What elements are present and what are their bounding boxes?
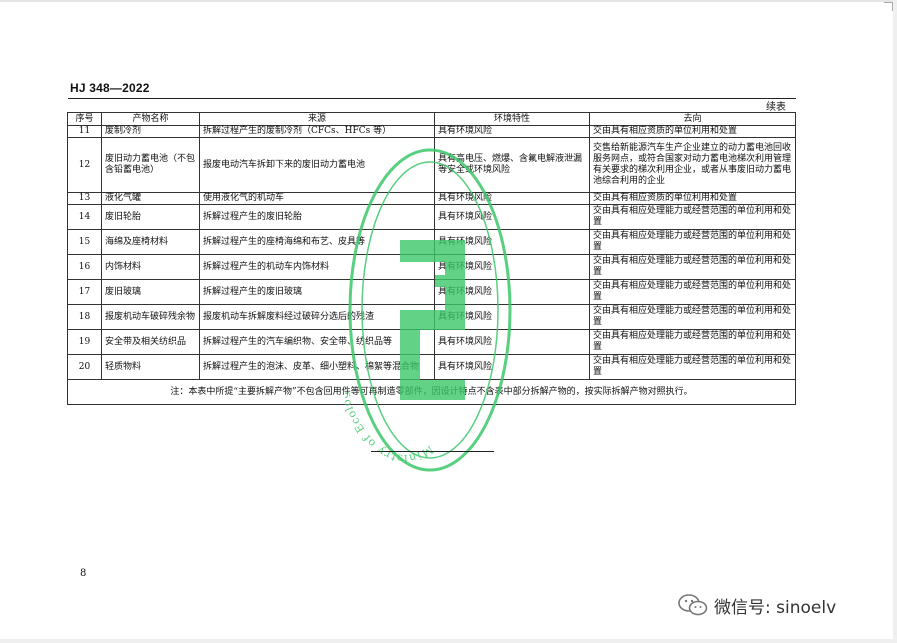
col-header-source: 来源: [199, 112, 435, 126]
table-note-row: 注：本表中所提“主要拆解产物”不包含回用件等可再制造零部件，因设计特点不含表中部…: [67, 379, 796, 405]
table-row: 14 废旧轮胎 拆解过程产生的废旧轮胎 具有环境风险 交由具有相应处理能力或经营…: [67, 204, 796, 230]
row-dest: 交售给新能源汽车生产企业建立的动力蓄电池回收服务网点，或符合国家对动力蓄电池梯次…: [589, 137, 796, 193]
row-dest: 交由具有相应处理能力或经营范围的单位利用和处置: [589, 304, 796, 330]
row-name: 报废机动车破碎残余物: [101, 304, 200, 330]
page-edge-bottom: [0, 639, 897, 643]
table-row: 15 海绵及座椅材料 拆解过程产生的座椅海绵和布艺、皮具等 具有环境风险 交由具…: [67, 229, 796, 255]
row-name: 液化气罐: [101, 192, 200, 205]
table-row: 12 废旧动力蓄电池（不包含铅蓄电池） 报废电动汽车拆卸下来的废旧动力蓄电池 具…: [67, 137, 796, 193]
row-source: 拆解过程产生的废旧轮胎: [199, 204, 435, 230]
row-source: 报废电动汽车拆卸下来的废旧动力蓄电池: [199, 137, 435, 193]
table-row: 17 废旧玻璃 拆解过程产生的废旧玻璃 具有环境风险 交由具有相应处理能力或经营…: [67, 279, 796, 305]
row-no: 12: [67, 137, 102, 193]
end-rule: [371, 451, 494, 452]
row-dest: 交由具有相应处理能力或经营范围的单位利用和处置: [589, 354, 796, 380]
col-header-no: 序号: [67, 112, 102, 126]
row-env: 具有环境风险: [434, 125, 590, 138]
table-row: 11 废制冷剂 拆解过程产生的废制冷剂（CFCs、HFCs 等） 具有环境风险 …: [67, 125, 796, 138]
row-env: 具有环境风险: [434, 192, 590, 205]
continued-label: 续表: [766, 102, 786, 113]
row-source: 使用液化气的机动车: [199, 192, 435, 205]
row-env: 具有环境风险: [434, 329, 590, 355]
row-dest: 交由具有相应处理能力或经营范围的单位利用和处置: [589, 279, 796, 305]
col-header-dest: 去向: [589, 112, 796, 126]
row-env: 具有环境风险: [434, 279, 590, 305]
table-row: 20 轻质物料 拆解过程产生的泡沫、皮革、细小塑料、棉絮等混合物 具有环境风险 …: [67, 354, 796, 380]
top-edge: [0, 0, 897, 2]
row-no: 11: [67, 125, 102, 138]
disassembly-products-table: 序号 产物名称 来源 环境特性 去向 11 废制冷剂 拆解过程产生的废制冷剂（C…: [67, 112, 796, 405]
crop-mark: [884, 2, 893, 11]
row-dest: 交由具有相应资质的单位利用和处置: [589, 192, 796, 205]
row-name: 废旧动力蓄电池（不包含铅蓄电池）: [101, 137, 200, 193]
page-number: 8: [80, 568, 87, 579]
table-header-row: 序号 产物名称 来源 环境特性 去向: [67, 112, 796, 126]
row-no: 16: [67, 254, 102, 280]
row-name: 废制冷剂: [101, 125, 200, 138]
row-name: 内饰材料: [101, 254, 200, 280]
row-dest: 交由具有相应资质的单位利用和处置: [589, 125, 796, 138]
table-row: 19 安全带及相关纺织品 拆解过程产生的汽车编织物、安全带、纺织品等 具有环境风…: [67, 329, 796, 355]
header-rule: [68, 98, 796, 99]
row-dest: 交由具有相应处理能力或经营范围的单位利用和处置: [589, 254, 796, 280]
row-env: 具有环境风险: [434, 304, 590, 330]
row-name: 海绵及座椅材料: [101, 229, 200, 255]
wechat-id-text: 微信号: sinoelv: [714, 597, 837, 618]
row-no: 19: [67, 329, 102, 355]
row-no: 13: [67, 192, 102, 205]
row-source: 拆解过程产生的汽车编织物、安全带、纺织品等: [199, 329, 435, 355]
standard-code: HJ 348—2022: [70, 81, 150, 95]
row-name: 废旧轮胎: [101, 204, 200, 230]
row-dest: 交由具有相应处理能力或经营范围的单位利用和处置: [589, 329, 796, 355]
row-no: 15: [67, 229, 102, 255]
row-source: 拆解过程产生的机动车内饰材料: [199, 254, 435, 280]
row-no: 17: [67, 279, 102, 305]
row-env: 具有环境风险: [434, 354, 590, 380]
row-no: 20: [67, 354, 102, 380]
row-name: 安全带及相关纺织品: [101, 329, 200, 355]
row-env: 具有环境风险: [434, 254, 590, 280]
row-no: 18: [67, 304, 102, 330]
row-dest: 交由具有相应处理能力或经营范围的单位利用和处置: [589, 229, 796, 255]
col-header-name: 产物名称: [101, 112, 200, 126]
row-source: 拆解过程产生的泡沫、皮革、细小塑料、棉絮等混合物: [199, 354, 435, 380]
row-source: 报废机动车拆解废料经过破碎分选后的残渣: [199, 304, 435, 330]
row-source: 拆解过程产生的座椅海绵和布艺、皮具等: [199, 229, 435, 255]
row-name: 废旧玻璃: [101, 279, 200, 305]
table-row: 16 内饰材料 拆解过程产生的机动车内饰材料 具有环境风险 交由具有相应处理能力…: [67, 254, 796, 280]
row-env: 具有环境风险: [434, 204, 590, 230]
row-no: 14: [67, 204, 102, 230]
page-edge-right: [893, 0, 897, 643]
row-name: 轻质物料: [101, 354, 200, 380]
row-source: 拆解过程产生的废制冷剂（CFCs、HFCs 等）: [199, 125, 435, 138]
row-source: 拆解过程产生的废旧玻璃: [199, 279, 435, 305]
wechat-watermark: 微信号: sinoelv: [678, 590, 836, 620]
col-header-env: 环境特性: [434, 112, 590, 126]
row-dest: 交由具有相应处理能力或经营范围的单位利用和处置: [589, 204, 796, 230]
wechat-icon: [678, 594, 708, 616]
table-note: 注：本表中所提“主要拆解产物”不包含回用件等可再制造零部件，因设计特点不含表中部…: [67, 379, 796, 405]
row-env: 具有环境风险: [434, 229, 590, 255]
table-row: 18 报废机动车破碎残余物 报废机动车拆解废料经过破碎分选后的残渣 具有环境风险…: [67, 304, 796, 330]
row-env: 具有高电压、燃爆、含氟电解液泄漏等安全或环境风险: [434, 137, 590, 193]
table-row: 13 液化气罐 使用液化气的机动车 具有环境风险 交由具有相应资质的单位利用和处…: [67, 192, 796, 205]
